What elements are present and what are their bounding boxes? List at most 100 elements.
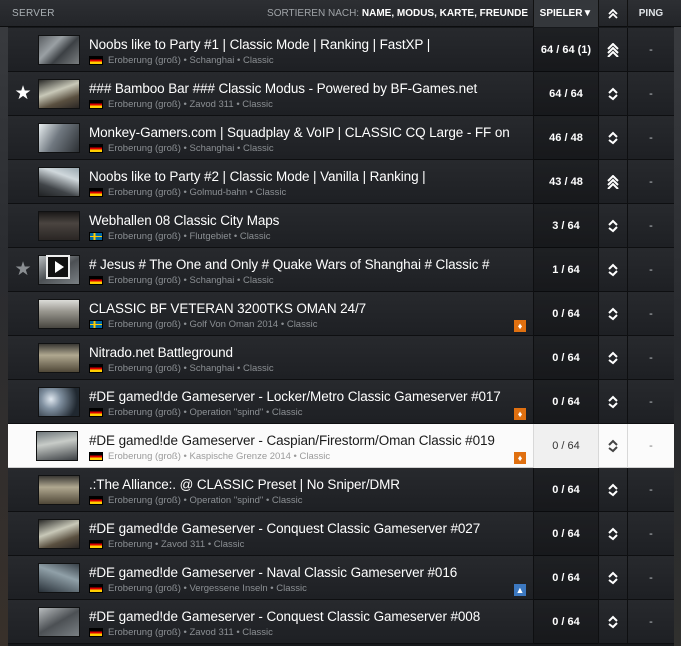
play-triangle (54, 261, 64, 273)
ping-value: - (649, 88, 653, 100)
map-thumbnail (38, 35, 80, 65)
ping-value: - (649, 264, 653, 276)
server-row[interactable]: ★ ### Bamboo Bar ### Classic Modus - Powe… (8, 72, 674, 116)
server-info: Eroberung (groß) • Golf Von Oman 2014 • … (89, 319, 317, 330)
rank-swap-icon (608, 351, 618, 365)
fire-icon: ♦ (514, 452, 526, 464)
server-row[interactable]: .:The Alliance:. @ CLASSIC Preset | No S… (8, 468, 674, 512)
server-row[interactable]: #DE gamed!de Gameserver - Conquest Class… (8, 600, 674, 644)
separator: • (233, 627, 243, 638)
separator: • (263, 495, 272, 506)
ping-value: - (649, 572, 653, 584)
server-name: .:The Alliance:. @ CLASSIC Preset | No S… (89, 477, 400, 492)
map-name: Flutgebiet (189, 231, 232, 242)
separator: • (180, 99, 190, 110)
rank-swap-icon (608, 395, 618, 409)
ping-value: - (649, 176, 653, 188)
player-count: 0 / 64 (533, 292, 599, 336)
rank-cell (599, 160, 628, 204)
rank-cell (599, 424, 628, 468)
server-row[interactable]: Monkey-Gamers.com | Squadplay & VoIP | C… (8, 116, 674, 160)
favorite-star-icon[interactable]: ★ (14, 260, 32, 280)
player-count: 0 / 64 (533, 512, 599, 556)
server-name: Noobs like to Party #2 | Classic Mode | … (89, 169, 426, 184)
preset-name: Classic (242, 99, 273, 110)
column-ping[interactable]: PING (628, 0, 674, 27)
player-count: 64 / 64 (1) (533, 28, 599, 72)
game-mode: Eroberung (groß) (108, 583, 181, 594)
country-flag-icon (89, 584, 103, 593)
column-server[interactable]: SERVER (12, 0, 55, 27)
server-info: Eroberung (groß) • Schanghai • Classic (89, 143, 274, 154)
favorite-star-icon[interactable]: ★ (14, 84, 32, 104)
preset-name: Classic (239, 231, 271, 242)
separator: • (180, 627, 190, 638)
rank-swap-icon (608, 527, 618, 541)
sort-prefix: SORTIEREN NACH: (267, 8, 360, 19)
ping-value: - (649, 528, 653, 540)
map-name: Zavod 311 (189, 627, 234, 638)
map-name: Schanghai (189, 143, 235, 154)
image-icon: ▲ (514, 584, 526, 596)
server-name: # Jesus # The One and Only # Quake Wars … (89, 257, 490, 272)
sort-by[interactable]: SORTIEREN NACH: NAME, MODUS, KARTE, FREU… (267, 0, 528, 27)
ping-value: - (649, 44, 653, 56)
server-row[interactable]: #DE gamed!de Gameserver - Caspian/Firest… (8, 424, 674, 468)
server-name: Noobs like to Party #1 | Classic Mode | … (89, 37, 431, 52)
server-row[interactable]: Noobs like to Party #2 | Classic Mode | … (8, 160, 674, 204)
separator: • (267, 583, 277, 594)
map-name: Schanghai (189, 363, 235, 374)
preset-name: Classic (243, 143, 274, 154)
rank-cell (599, 556, 628, 600)
country-flag-icon (89, 56, 103, 65)
preset-name: Classic (286, 319, 318, 330)
rank-up-icon (607, 43, 619, 57)
player-count: 0 / 64 (533, 336, 599, 380)
server-row[interactable]: #DE gamed!de Gameserver - Conquest Class… (8, 512, 674, 556)
rank-cell (599, 28, 628, 72)
server-info: Eroberung (groß) • Schanghai • Classic (89, 275, 274, 286)
separator: • (180, 451, 190, 462)
rank-swap-icon (608, 219, 618, 233)
server-row[interactable]: #DE gamed!de Gameserver - Locker/Metro C… (8, 380, 674, 424)
server-row[interactable]: #DE gamed!de Gameserver - Naval Classic … (8, 556, 674, 600)
separator: • (180, 319, 190, 330)
ping-value: - (649, 440, 653, 452)
game-mode: Eroberung (groß) (108, 495, 181, 506)
server-name: Monkey-Gamers.com | Squadplay & VoIP | C… (89, 125, 510, 140)
ping-value: - (649, 352, 653, 364)
server-row[interactable]: ★ # Jesus # The One and Only # Quake Wars… (8, 248, 674, 292)
ping-value: - (649, 616, 653, 628)
server-row[interactable]: Nitrado.net Battleground Eroberung (groß)… (8, 336, 674, 380)
game-mode: Eroberung (groß) (108, 627, 181, 638)
game-mode: Eroberung (groß) (108, 407, 181, 418)
separator: • (234, 363, 243, 374)
server-info: Eroberung • Zavod 311 • Classic (89, 539, 244, 550)
column-players-sorted[interactable]: SPIELER▼ (533, 0, 599, 27)
rank-cell (599, 72, 628, 116)
map-name: Operation "spind" (189, 407, 264, 418)
column-rank[interactable] (599, 0, 628, 27)
country-flag-icon (89, 452, 103, 461)
ping-value: - (649, 484, 653, 496)
server-name: #DE gamed!de Gameserver - Conquest Class… (89, 521, 481, 536)
play-icon[interactable] (46, 255, 70, 279)
country-flag-icon (89, 188, 103, 197)
server-row[interactable]: Noobs like to Party #1 | Classic Mode | … (8, 28, 674, 72)
sort-options[interactable]: NAME, MODUS, KARTE, FREUNDE (362, 8, 528, 19)
rank-swap-icon (608, 131, 618, 145)
country-flag-icon (89, 408, 103, 417)
server-info: Eroberung (groß) • Flutgebiet • Classic (89, 231, 270, 242)
server-name: #DE gamed!de Gameserver - Caspian/Firest… (89, 433, 495, 448)
rank-swap-icon (608, 439, 618, 453)
server-row[interactable]: Webhallen 08 Classic City Maps Eroberung … (8, 204, 674, 248)
game-mode: Eroberung (groß) (108, 363, 181, 374)
separator: • (180, 363, 190, 374)
map-thumbnail (38, 343, 80, 373)
rank-swap-icon (608, 307, 618, 321)
country-flag-icon (89, 100, 103, 109)
server-row[interactable]: CLASSIC BF VETERAN 3200TKS OMAN 24/7 Erob… (8, 292, 674, 336)
game-mode: Eroberung (groß) (108, 275, 181, 286)
ping-value: - (649, 132, 653, 144)
separator: • (180, 55, 190, 66)
